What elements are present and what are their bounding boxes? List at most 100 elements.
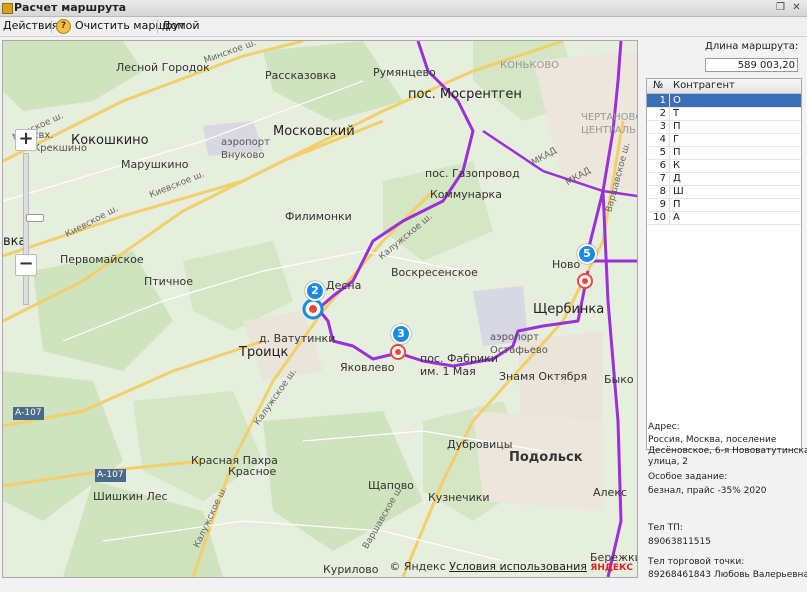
table-row[interactable]: 3П — [647, 120, 801, 134]
route-marker-3[interactable]: 3 — [391, 324, 411, 344]
address-line: Десёновское, 6-я Нововатутинская — [648, 446, 807, 456]
tel-point-label: Тел торговой точки: — [648, 557, 745, 567]
row-number: 4 — [659, 134, 666, 145]
map-label: Марушкино — [121, 158, 189, 171]
column-divider — [669, 172, 670, 185]
map-label: Кузнечики — [428, 491, 490, 504]
row-counterparty: А — [673, 212, 680, 223]
table-row[interactable]: 4Г — [647, 133, 801, 147]
row-number: 6 — [659, 160, 666, 171]
route-marker-2[interactable]: 2 — [305, 281, 325, 301]
table-row[interactable]: 7Д — [647, 172, 801, 186]
map-label: Филимонки — [285, 210, 352, 223]
row-counterparty: Г — [673, 134, 680, 145]
map-label: Птичное — [144, 275, 194, 288]
map-label: аэропорт Остафьево — [490, 332, 548, 356]
route-marker-5[interactable]: 5 — [577, 244, 597, 264]
map-label: Десна — [326, 279, 362, 292]
map-label: Яковлево — [340, 361, 395, 374]
map-label: Красное — [228, 465, 277, 478]
row-number: 2 — [659, 108, 666, 119]
row-number: 3 — [659, 121, 666, 132]
address-line: Россия, Москва, поселение — [648, 435, 777, 445]
table-row[interactable]: 6К — [647, 159, 801, 173]
map-label: ЧЕРТАНОВО ЦЕНТРАЛЬНОЕ — [581, 112, 638, 136]
road-badge: А-107 — [13, 407, 44, 420]
route-length-field[interactable]: 589 003,20 — [705, 58, 798, 72]
zoom-handle[interactable] — [26, 214, 44, 222]
column-divider — [669, 107, 670, 120]
col-num-header[interactable]: № — [653, 80, 663, 91]
table-row[interactable]: 8Ш — [647, 185, 801, 199]
map-label: Воскресенское — [391, 266, 478, 279]
row-counterparty: О — [673, 95, 681, 106]
map-label: Дубровицы — [447, 438, 513, 451]
task-value: безнал, прайс -35% 2020 — [648, 486, 767, 496]
toolbar-separator — [157, 20, 158, 33]
column-divider — [669, 133, 670, 146]
route-marker-ring[interactable] — [302, 298, 324, 320]
map-label: Первомайское — [60, 253, 144, 266]
map-view[interactable]: Лесной Городок Рассказовка Румянцево пос… — [2, 40, 638, 578]
column-divider — [669, 198, 670, 211]
window-titlebar: Расчет маршрута ❐ ✕ — [0, 0, 807, 17]
row-counterparty: П — [673, 121, 681, 132]
column-divider — [669, 159, 670, 172]
row-number: 8 — [659, 186, 666, 197]
col-name-header[interactable]: Контрагент — [673, 80, 735, 91]
tel-tp-value: 89063811515 — [648, 537, 711, 547]
map-label: Алекс — [593, 486, 628, 499]
map-label: пос. Фабрики им. 1 Мая — [420, 352, 498, 378]
route-length-label: Длина маршрута: — [705, 41, 799, 52]
window-title: Расчет маршрута — [14, 1, 127, 14]
zoom-out-button[interactable]: − — [15, 254, 37, 276]
table-row[interactable]: 9П — [647, 198, 801, 212]
close-icon[interactable]: ✕ — [791, 2, 802, 13]
terms-link[interactable]: Условия использования — [449, 560, 587, 573]
home-button[interactable]: Домой — [162, 19, 200, 33]
row-counterparty: Т — [673, 108, 680, 119]
row-number: 7 — [659, 173, 666, 184]
route-marker-ring[interactable] — [577, 273, 593, 289]
map-label: Коммунарка — [430, 188, 502, 201]
zoom-in-button[interactable]: + — [15, 129, 37, 151]
app-icon — [2, 3, 13, 14]
map-label: Шишкин Лес — [93, 490, 168, 503]
row-counterparty: П — [673, 199, 681, 210]
yandex-logo: ЯНДЕКС — [590, 563, 633, 573]
map-label: Рассказовка — [265, 69, 337, 82]
map-label: Щербинка — [533, 302, 605, 317]
map-label: Ново — [552, 258, 581, 271]
map-label: Подольск — [509, 450, 583, 465]
column-divider — [669, 120, 670, 133]
tel-tp-label: Тел ТП: — [648, 523, 683, 533]
help-icon[interactable]: ? — [56, 19, 71, 34]
row-number: 1 — [659, 95, 666, 106]
column-divider — [669, 211, 670, 224]
row-number: 5 — [659, 147, 666, 158]
table-row[interactable]: 1О — [647, 94, 801, 108]
map-label: Румянцево — [373, 66, 436, 79]
address-label: Адрес: — [648, 422, 680, 432]
task-label: Особое задание: — [648, 472, 728, 482]
toolbar-separator — [51, 20, 52, 33]
row-counterparty: К — [673, 160, 681, 171]
map-label: КОНЬКОВО — [500, 60, 560, 71]
map-label: Троицк — [239, 345, 289, 360]
row-counterparty: Ш — [673, 186, 684, 197]
map-label: Московский — [273, 124, 355, 139]
column-divider — [669, 185, 670, 198]
row-counterparty: Д — [673, 173, 681, 184]
toolbar: Действия ▾ ? Очистить маршрут Домой — [0, 17, 807, 37]
table-row[interactable]: 2Т — [647, 107, 801, 121]
route-marker-ring[interactable] — [390, 344, 406, 360]
zoom-slider[interactable] — [23, 153, 44, 305]
column-divider — [669, 94, 670, 107]
table-row[interactable]: 5П — [647, 146, 801, 160]
map-label: Курилово — [323, 563, 379, 576]
table-row[interactable]: 10 А — [647, 211, 801, 225]
restore-icon[interactable]: ❐ — [775, 2, 786, 13]
row-number: 9 — [659, 199, 666, 210]
counterparty-table: № Контрагент 1 О 2 Т 3 П 4 Г 5 П 6 К 7 Д 8 Ш 9 П 10 А — [646, 78, 802, 450]
map-label: Быко — [604, 373, 634, 386]
